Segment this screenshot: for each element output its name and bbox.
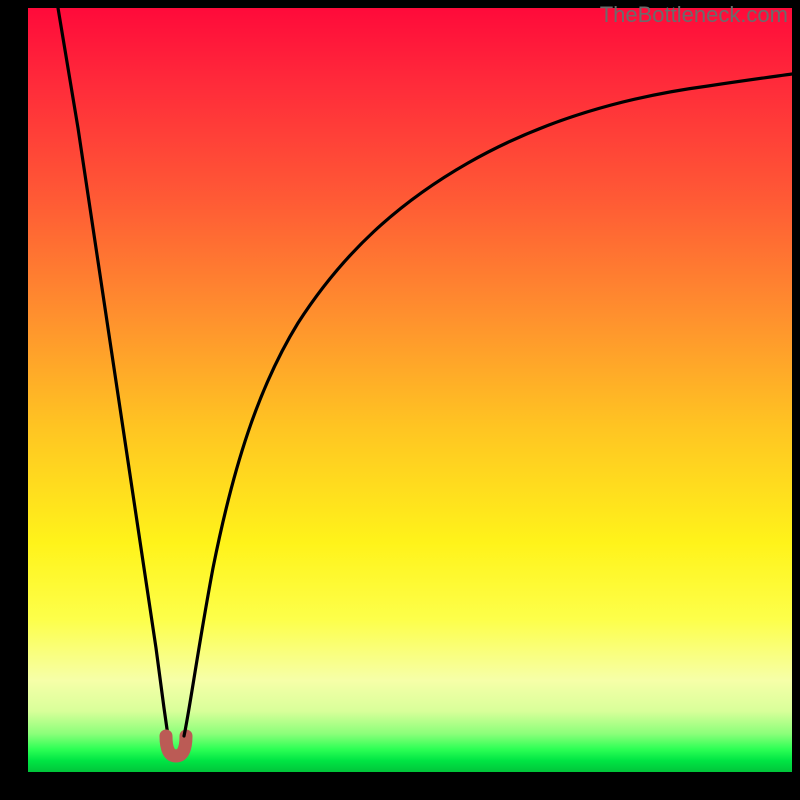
curve-left-branch xyxy=(58,8,168,736)
curves-svg xyxy=(28,8,792,772)
plot-area xyxy=(28,8,792,772)
minimum-u-marker xyxy=(166,736,186,756)
chart-frame: TheBottleneck.com xyxy=(0,0,800,800)
curve-right-branch xyxy=(184,74,792,736)
watermark-text: TheBottleneck.com xyxy=(600,2,788,28)
